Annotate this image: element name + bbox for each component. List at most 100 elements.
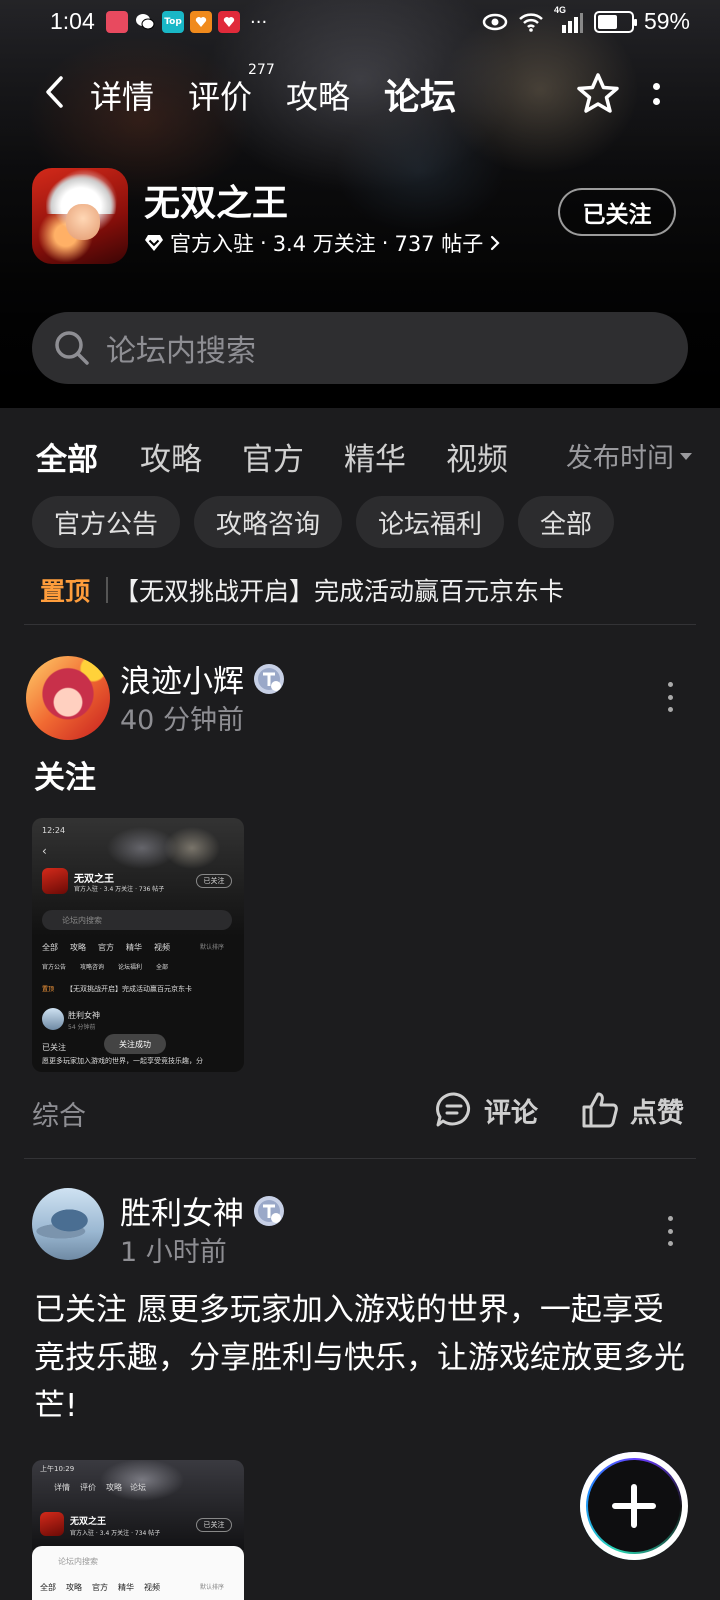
like-button[interactable]: 点赞	[580, 1090, 684, 1130]
favorite-button[interactable]	[574, 70, 622, 118]
thumbnail-search-text: 论坛内搜索	[58, 1557, 98, 1566]
create-post-button[interactable]	[580, 1452, 688, 1560]
follow-button[interactable]: 已关注	[558, 188, 676, 236]
thumbnail-chip: 官方公告	[42, 964, 67, 971]
category-tab-official[interactable]: 官方	[242, 434, 304, 479]
thumbnail-sort: 默认排序	[200, 1584, 225, 1591]
chip-guide-questions[interactable]: 攻略咨询	[194, 496, 343, 548]
game-icon[interactable]	[32, 168, 128, 264]
sort-label: 发布时间	[566, 443, 674, 474]
status-bar: 1:04 Top ··· 4G 59%	[0, 0, 720, 46]
thumbnail-game-icon	[42, 868, 68, 894]
battery-fill	[597, 14, 617, 29]
tab-details[interactable]: 详情	[90, 72, 154, 118]
post-body: 已关注 愿更多玩家加入游戏的世界，一起享受竞技乐趣，分享胜利与快乐，让游戏绽放更…	[34, 1292, 685, 1424]
chip-forum-perks[interactable]: 论坛福利	[356, 496, 505, 548]
post-time: 40 分钟前	[120, 705, 244, 736]
caret-down-icon	[680, 453, 692, 460]
thumbnail-follow: 已关注	[196, 1518, 232, 1532]
pinned-post[interactable]: 置顶 【无双挑战开启】完成活动赢百元京东卡	[40, 568, 700, 612]
thumbnail-game-title: 无双之王	[70, 1517, 107, 1527]
post-image[interactable]: 上午10:29 详情 评价 攻略 论坛 无双之王 官方入驻 · 3.4 万关注 …	[32, 1460, 244, 1600]
divider	[24, 1158, 696, 1159]
more-dot-icon	[652, 83, 660, 90]
thumbnail-pin-text: 【无双挑战开启】完成活动赢百元京东卡	[66, 985, 192, 993]
more-dot-icon	[667, 1241, 673, 1246]
thumbnail-post-title: 已关注	[42, 1043, 66, 1052]
category-tab-featured[interactable]: 精华	[344, 434, 406, 479]
avatar[interactable]	[32, 1188, 104, 1260]
thumbnail-pin-label: 置顶	[42, 986, 55, 993]
game-meta[interactable]: 官方入驻 · 3.4 万关注 · 737 帖子	[144, 228, 501, 258]
thumbnail-tab: 精华	[118, 1583, 134, 1592]
thumbnail-panel: 论坛内搜索 全部 攻略 官方 精华 视频 默认排序	[32, 1546, 244, 1600]
thumbnail-user: 胜利女神	[68, 1011, 100, 1020]
post-image[interactable]: 12:24 ‹ 无双之王 官方入驻 · 3.4 万关注 · 736 帖子 已关注…	[32, 818, 244, 1072]
category-tabs: 全部 攻略 官方 精华 视频 发布时间	[0, 424, 720, 484]
tab-forum[interactable]: 论坛	[379, 68, 461, 120]
eye-icon	[482, 13, 508, 30]
comment-label: 评论	[484, 1097, 538, 1129]
tab-reviews[interactable]: 评价	[188, 72, 252, 118]
thumbnail-tab: 评价	[80, 1483, 96, 1492]
chip-all[interactable]: 全部	[518, 496, 615, 548]
sort-dropdown[interactable]: 发布时间	[566, 436, 692, 475]
category-tab-video[interactable]: 视频	[446, 434, 508, 479]
red-app-icon	[218, 11, 240, 33]
back-button[interactable]	[36, 72, 72, 112]
chip-official-announcements[interactable]: 官方公告	[32, 496, 181, 548]
post-username[interactable]: 胜利女神	[120, 1188, 286, 1233]
thumbnail-game-icon	[40, 1512, 64, 1536]
tab-guides[interactable]: 攻略	[286, 72, 350, 118]
thumbnail-tab: 攻略	[70, 943, 86, 952]
post-title: 关注	[34, 760, 96, 796]
star-icon	[577, 73, 619, 113]
fab-inner	[588, 1460, 680, 1552]
more-options-button[interactable]	[644, 72, 668, 116]
post-card[interactable]: 浪迹小辉 40 分钟前 关注 12:24 ‹ 无双之王 官方入驻 · 3.4 万…	[0, 632, 720, 1162]
chevron-right-icon	[491, 235, 500, 251]
thumbnail-time: 上午10:29	[40, 1465, 75, 1473]
post-more-button[interactable]	[665, 682, 675, 712]
thumbnail-tab: 攻略	[106, 1483, 122, 1492]
thumbnail-search-text: 论坛内搜索	[62, 916, 102, 925]
thumbnail-tab: 论坛	[130, 1483, 146, 1492]
thumbnail-chip: 全部	[156, 964, 169, 971]
thumbnail-tab: 官方	[92, 1583, 108, 1592]
thumbs-up-icon	[582, 1092, 618, 1128]
post-more-button[interactable]	[665, 1216, 675, 1246]
avatar[interactable]	[26, 656, 110, 740]
top-app-icon: Top	[162, 11, 184, 33]
status-right: 4G 59%	[482, 5, 690, 35]
category-tab-guides[interactable]: 攻略	[140, 434, 202, 479]
orange-app-icon	[190, 11, 212, 33]
thumbnail-game-title: 无双之王	[74, 874, 114, 885]
wechat-icon	[134, 11, 156, 33]
game-title: 无双之王	[144, 183, 289, 224]
thumbnail-search: 论坛内搜索	[42, 910, 232, 930]
notification-icons: Top ···	[106, 11, 267, 33]
game-icon-face	[66, 204, 100, 240]
level-badge-icon	[254, 1195, 284, 1226]
verified-diamond-icon	[145, 235, 163, 251]
forum-content: 全部 攻略 官方 精华 视频 发布时间 官方公告 攻略咨询 论坛福利 全部 置顶…	[0, 408, 720, 1600]
post-actions: 综合 评论 点赞	[0, 1088, 720, 1138]
thumbnail-tab: 精华	[126, 943, 142, 952]
search-placeholder: 论坛内搜索	[106, 334, 256, 369]
category-tab-all[interactable]: 全部	[36, 434, 98, 479]
forum-header: 1:04 Top ··· 4G 59% 详情 评价 277 攻略 论坛 无双之王…	[0, 0, 720, 408]
thumbnail-user-time: 54 分钟前	[68, 1024, 96, 1031]
comment-button[interactable]: 评论	[434, 1090, 538, 1130]
thumbnail-toast: 关注成功	[104, 1034, 166, 1054]
post-time: 1 小时前	[120, 1237, 227, 1268]
followers-count: 3.4 万关注	[272, 232, 376, 256]
pinned-title: 【无双挑战开启】完成活动赢百元京东卡	[114, 577, 565, 606]
thumbnail-post-text: 愿更多玩家加入游戏的世界，一起享受竞技乐趣，分	[42, 1057, 203, 1065]
forum-search-bar[interactable]: 论坛内搜索	[32, 312, 688, 384]
post-username[interactable]: 浪迹小辉	[120, 656, 286, 701]
more-dot-icon	[667, 694, 673, 700]
search-icon	[55, 331, 89, 365]
username-text: 胜利女神	[120, 1196, 244, 1232]
more-dot-icon	[667, 1216, 673, 1221]
post-category[interactable]: 综合	[32, 1094, 86, 1133]
